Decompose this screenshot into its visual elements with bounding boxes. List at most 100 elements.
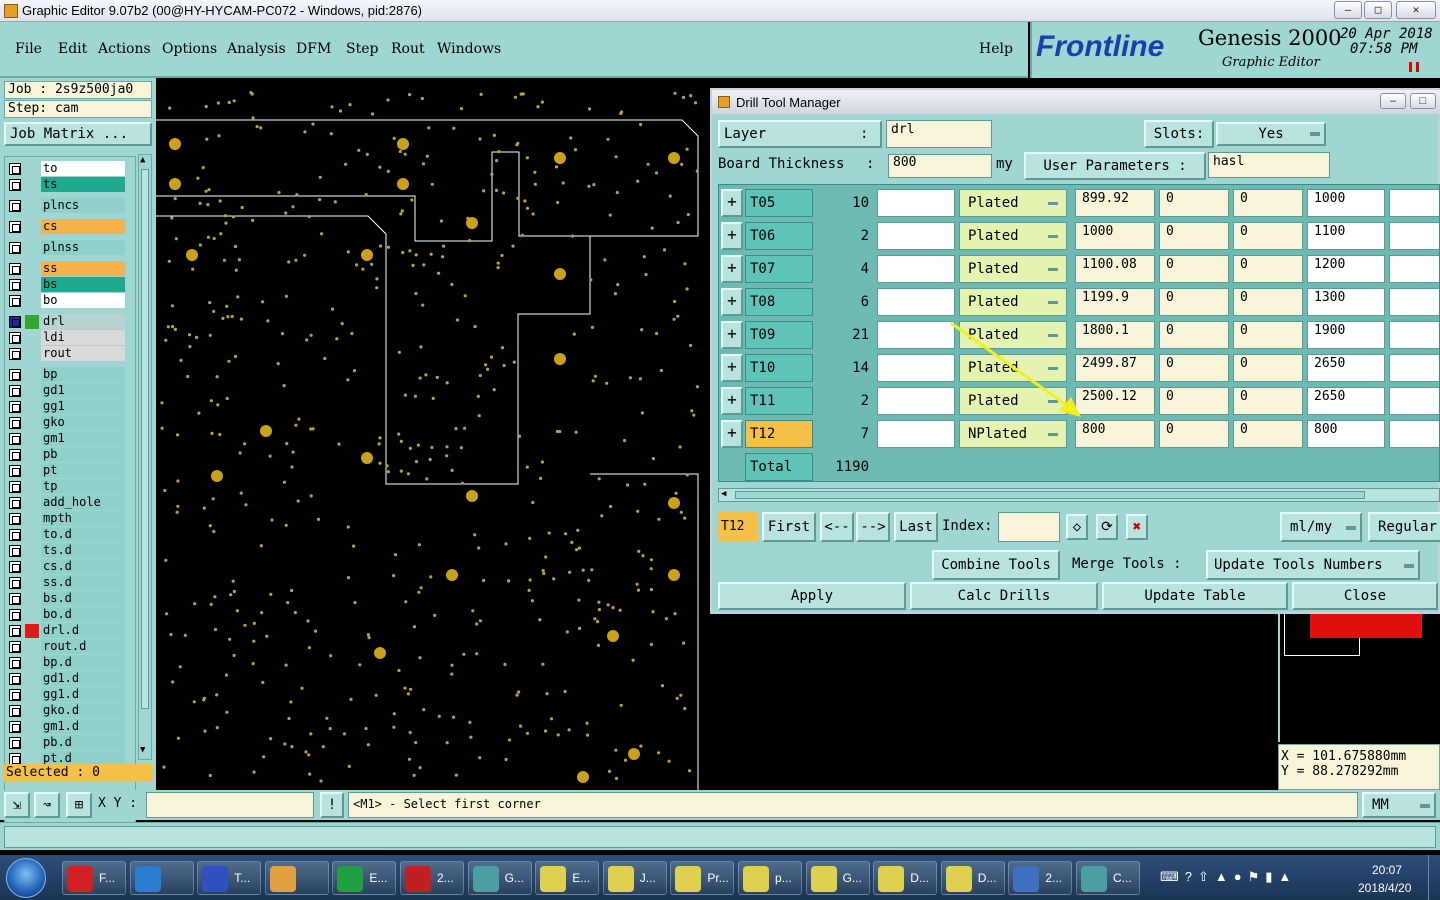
taskbar-item-shell[interactable] (264, 861, 329, 895)
tool-param-b[interactable]: 0 (1233, 387, 1303, 415)
tool-blank-field[interactable] (877, 189, 955, 217)
tool-extra-field[interactable] (1389, 189, 1439, 217)
tool-blank-field[interactable] (877, 354, 955, 382)
taskbar-item-genesis[interactable]: G... (467, 861, 532, 895)
layer-checkbox[interactable] (9, 332, 21, 344)
taskbar-item-gen-d2[interactable]: D... (940, 861, 1005, 895)
layer-checkbox[interactable] (9, 385, 21, 397)
layer-row-rout-d[interactable]: rout.d (9, 639, 125, 654)
taskbar-item-pdf[interactable]: 2... (400, 861, 464, 895)
layer-row-ts[interactable]: ts (9, 177, 125, 192)
units-select[interactable]: MM (1362, 792, 1436, 818)
layer-checkbox[interactable] (9, 673, 21, 685)
layer-checkbox[interactable] (9, 721, 21, 733)
expand-tool-button[interactable]: + (721, 354, 743, 382)
tool-extra-field[interactable] (1389, 387, 1439, 415)
menu-windows[interactable]: Windows (437, 41, 501, 57)
scroll-down-arrow[interactable]: ▼ (140, 745, 150, 757)
layer-checkbox[interactable] (9, 481, 21, 493)
taskbar-item-foxit[interactable]: F... (62, 861, 126, 895)
layer-row-bs[interactable]: bs (9, 277, 125, 292)
tool-finish-size[interactable]: 1900 (1307, 321, 1385, 349)
tool-type-dropdown[interactable]: NPlated (959, 420, 1067, 448)
expand-tool-button[interactable]: + (721, 321, 743, 349)
expand-tool-button[interactable]: + (721, 288, 743, 316)
menu-file[interactable]: File (15, 41, 42, 57)
tool-param-b[interactable]: 0 (1233, 420, 1303, 448)
taskbar-item-cam[interactable]: C... (1076, 861, 1140, 895)
tool-drill-size[interactable]: 800 (1075, 420, 1155, 448)
dialog-minimize-button[interactable]: – (1380, 93, 1406, 109)
layer-row-to-d[interactable]: to.d (9, 527, 125, 542)
layer-row-rout[interactable]: rout (9, 346, 125, 361)
expand-tool-button[interactable]: + (721, 255, 743, 283)
tool-extra-field[interactable] (1389, 354, 1439, 382)
menu-dfm[interactable]: DFM (296, 41, 331, 57)
layer-checkbox[interactable] (9, 609, 21, 621)
menu-actions[interactable]: Actions (98, 41, 151, 57)
layer-row-ts-d[interactable]: ts.d (9, 543, 125, 558)
tool-drill-size[interactable]: 2499.87 (1075, 354, 1155, 382)
layer-row-cs-d[interactable]: cs.d (9, 559, 125, 574)
layer-checkbox[interactable] (9, 401, 21, 413)
taskbar-item-gen-p[interactable]: p... (738, 861, 802, 895)
calc-drills-button[interactable]: Calc Drills (910, 582, 1098, 610)
tool-drill-size[interactable]: 1199.9 (1075, 288, 1155, 316)
xy-input[interactable] (146, 792, 314, 818)
taskbar-item-gen-d1[interactable]: D... (873, 861, 938, 895)
expand-tool-button[interactable]: + (721, 222, 743, 250)
menu-rout[interactable]: Rout (391, 41, 425, 57)
tool-drill-size[interactable]: 1100.08 (1075, 255, 1155, 283)
first-button[interactable]: First (762, 512, 816, 542)
prev-button[interactable]: <-- (820, 512, 854, 542)
layer-checkbox[interactable] (9, 263, 21, 275)
maximize-button[interactable]: □ (1364, 1, 1392, 19)
layer-checkbox[interactable] (9, 221, 21, 233)
tool-finish-size[interactable]: 800 (1307, 420, 1385, 448)
tool-extra-field[interactable] (1389, 255, 1439, 283)
menu-step[interactable]: Step (346, 41, 378, 57)
layer-checkbox[interactable] (9, 465, 21, 477)
layer-row-bs-d[interactable]: bs.d (9, 591, 125, 606)
layer-checkbox[interactable] (9, 513, 21, 525)
layer-checkbox[interactable] (9, 433, 21, 445)
taskbar-item-ie[interactable] (129, 861, 194, 895)
slots-dropdown[interactable]: Yes (1216, 122, 1326, 146)
taskbar-item-gen-g[interactable]: G... (805, 861, 870, 895)
tool-drill-size[interactable]: 2500.12 (1075, 387, 1155, 415)
tool-extra-field[interactable] (1389, 288, 1439, 316)
tool-finish-size[interactable]: 2650 (1307, 354, 1385, 382)
layer-row-gko-d[interactable]: gko.d (9, 703, 125, 718)
mini-view[interactable] (1278, 614, 1440, 742)
taskbar-item-gen-j[interactable]: J... (602, 861, 667, 895)
layer-row-plncs[interactable]: plncs (9, 198, 125, 213)
last-button[interactable]: Last (894, 512, 938, 542)
user-parameters-label[interactable]: User Parameters : (1024, 152, 1206, 180)
pause-icon[interactable] (1409, 62, 1419, 72)
layer-row-ss[interactable]: ss (9, 261, 125, 276)
layer-checkbox[interactable] (9, 641, 21, 653)
tool-param-a[interactable]: 0 (1159, 288, 1229, 316)
tool-extra-field[interactable] (1389, 222, 1439, 250)
clock-date[interactable]: 2018/4/20 (1358, 881, 1411, 895)
tool-param-a[interactable]: 0 (1159, 255, 1229, 283)
layer-row-gg1-d[interactable]: gg1.d (9, 687, 125, 702)
layer-checkbox[interactable] (9, 369, 21, 381)
update-table-button[interactable]: Update Table (1102, 582, 1288, 610)
expand-tool-button[interactable]: + (721, 189, 743, 217)
close-window-button[interactable]: ✕ (1396, 1, 1436, 19)
layer-checkbox[interactable] (9, 295, 21, 307)
tool-finish-size[interactable]: 1100 (1307, 222, 1385, 250)
grid-tool-icon[interactable]: ⊞ (66, 792, 92, 818)
tool-type-dropdown[interactable]: Plated (959, 354, 1067, 382)
layer-checkbox[interactable] (9, 657, 21, 669)
layer-row-gm1[interactable]: gm1 (9, 431, 125, 446)
show-desktop-button[interactable] (1428, 855, 1440, 900)
tool-param-a[interactable]: 0 (1159, 222, 1229, 250)
tool-blank-field[interactable] (877, 222, 955, 250)
clock-time[interactable]: 20:07 (1372, 863, 1402, 877)
tool-type-dropdown[interactable]: Plated (959, 222, 1067, 250)
thickness-field[interactable]: 800 (888, 154, 992, 178)
layer-checkbox[interactable] (9, 705, 21, 717)
expand-tool-button[interactable]: + (721, 420, 743, 448)
